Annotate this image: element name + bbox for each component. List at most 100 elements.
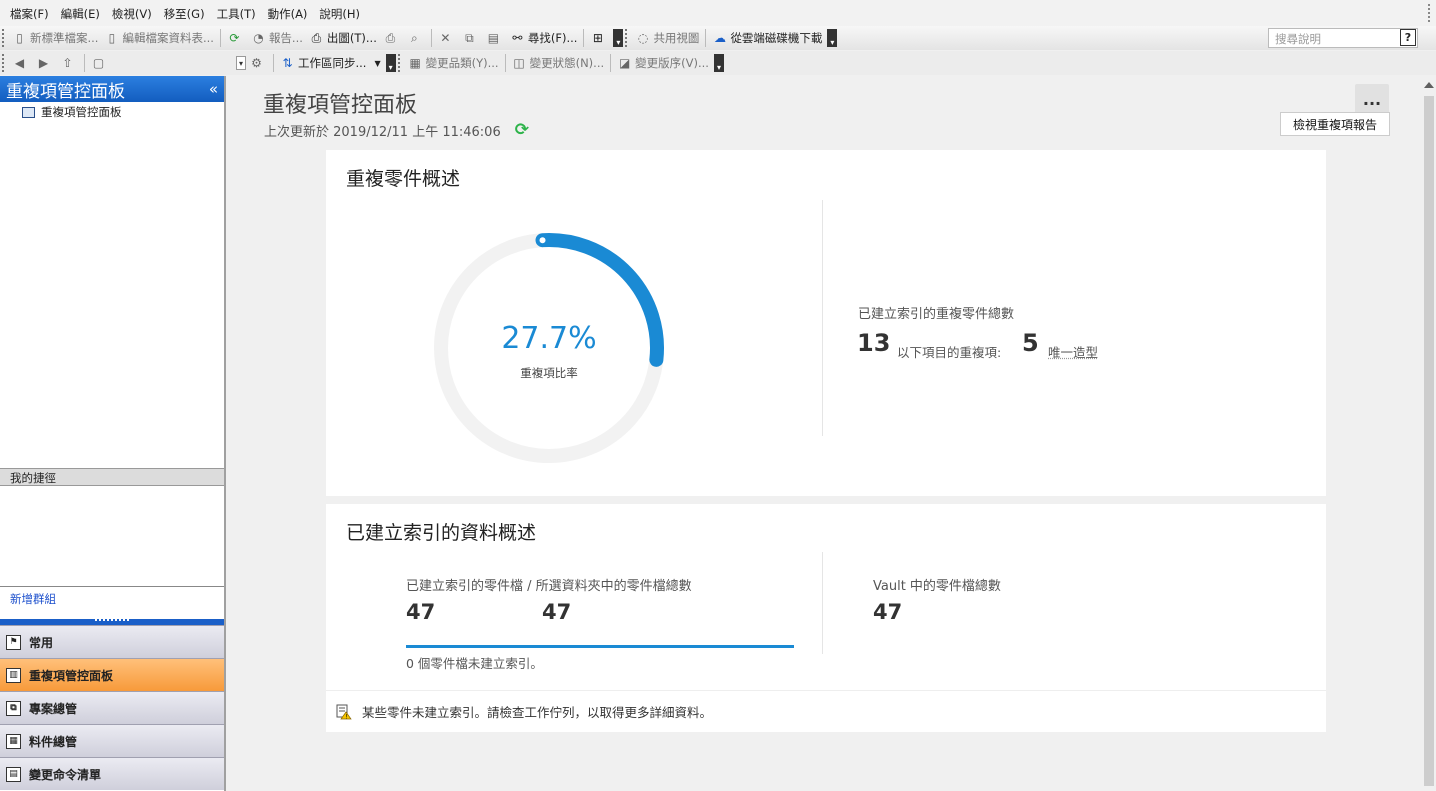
report-button[interactable]: ◔ 報告... [251, 30, 303, 46]
delete-button[interactable]: ✕ [438, 31, 456, 46]
copy-button[interactable]: ⧉ [462, 31, 480, 46]
vault-total-count: 47 [873, 600, 903, 624]
revision-icon: ◪ [618, 56, 631, 70]
paste-icon: ▤ [487, 31, 500, 45]
paste-button[interactable]: ▤ [486, 31, 504, 46]
shared-view-button[interactable]: ◌ 共用視圖 [635, 30, 700, 46]
new-standard-file-button[interactable]: ▯ 新標準檔案... [12, 30, 98, 46]
nav-change-order-list[interactable]: ▤ 變更命令清單 [0, 757, 224, 790]
scroll-up-arrow[interactable] [1424, 82, 1434, 88]
nav-duplicate-dashboard-label: 重複項管控面板 [29, 668, 114, 683]
forward-button[interactable]: ▶ [36, 56, 54, 71]
scroll-thumb[interactable] [1424, 96, 1434, 786]
category-icon: ▦ [409, 56, 421, 70]
main-content: 重複項管控面板 上次更新於 2019/12/11 上午 11:46:06 ⟳ .… [228, 76, 1422, 791]
separator [705, 29, 707, 47]
report-label: 報告... [268, 31, 303, 45]
toolbar-grip[interactable] [625, 29, 629, 47]
search-help-input[interactable]: 搜尋說明 [1268, 28, 1418, 48]
project-icon: ⧉ [6, 700, 21, 716]
indexed-data-overview-card: 已建立索引的資料概述 已建立索引的零件檔 / 所選資料夾中的零件檔總數 47 4… [326, 504, 1326, 732]
menu-view[interactable]: 檢視(V) [112, 6, 152, 22]
printer-icon: ⎙ [311, 30, 322, 45]
cart-icon: ⊞ [592, 31, 603, 45]
back-button[interactable]: ◀ [12, 56, 30, 71]
toolbar-grip[interactable] [2, 29, 6, 47]
separator [504, 54, 506, 72]
toolbar-overflow-dropdown[interactable]: ▾ [613, 29, 624, 47]
layout-icon: ▢ [92, 56, 105, 70]
print-icon-button[interactable]: ⎙ [383, 31, 401, 46]
change-state-button[interactable]: ◫ 變更狀態(N)... [512, 55, 604, 71]
help-icon[interactable]: ? [1400, 29, 1416, 46]
report-icon: ◔ [253, 31, 264, 45]
nav-change-order-list-label: 變更命令清單 [29, 767, 102, 782]
more-options-button[interactable]: ... [1355, 84, 1389, 114]
duplicate-ratio-label: 重複項比率 [520, 366, 578, 380]
new-file-icon: ▯ [16, 31, 23, 45]
toolbar-grip[interactable] [397, 54, 402, 72]
find-button[interactable]: ⚯ 尋找(F)... [510, 30, 577, 46]
menu-tools[interactable]: 工具(T) [217, 6, 256, 22]
menu-grip[interactable] [1428, 4, 1434, 22]
change-category-button[interactable]: ▦ 變更品類(Y)... [408, 55, 499, 71]
layout-button[interactable]: ▢ [91, 56, 109, 71]
add-group-link[interactable]: 新增群組 [10, 591, 56, 607]
card-footer-divider [326, 690, 1326, 691]
change-category-label: 變更品類(Y)... [425, 56, 499, 70]
nav-duplicate-dashboard[interactable]: ▥ 重複項管控面板 [0, 658, 224, 691]
indexed-files-label: 已建立索引的零件檔 / 所選資料夾中的零件檔總數 [406, 579, 692, 594]
up-folder-icon: ⇧ [62, 56, 73, 70]
delete-icon: ✕ [440, 31, 451, 45]
cloud-download-button[interactable]: ☁ 從雲端磁碟機下載 [712, 30, 823, 46]
nav-project-explorer[interactable]: ⧉ 專案總管 [0, 691, 224, 724]
menu-actions[interactable]: 動作(A) [268, 6, 308, 22]
toolbar-overflow-dropdown[interactable]: ▾ [713, 54, 724, 72]
state-icon: ◫ [513, 56, 525, 70]
menu-edit[interactable]: 編輯(E) [61, 6, 100, 22]
print-preview-button[interactable]: ⌕ [407, 31, 425, 46]
my-shortcuts-header: 我的捷徑 [0, 468, 224, 486]
duplicate-ratio-value: 27.7% [501, 321, 597, 356]
nav-project-explorer-label: 專案總管 [29, 701, 78, 716]
workspace-sync-icon: ⇅ [282, 56, 293, 70]
copy-icon: ⧉ [465, 30, 474, 45]
index-warning: ! 某些零件未建立索引。請檢查工作佇列，以取得更多詳細資料。 [336, 702, 712, 721]
sync-icon: ⚙ [251, 56, 262, 70]
sync-icon-button[interactable]: ⚙ [249, 56, 267, 71]
left-panel-title: 重複項管控面板 [6, 81, 125, 102]
indexed-duplicates-label: 已建立索引的重複零件總數 [858, 307, 1015, 322]
separator [219, 29, 221, 47]
menu-file[interactable]: 檔案(F) [10, 6, 49, 22]
toolbar-grip[interactable] [2, 54, 6, 72]
up-folder-button[interactable]: ⇧ [60, 56, 78, 71]
tree-item-duplicate-dashboard[interactable]: 重複項管控面板 [0, 102, 224, 122]
unique-shape-link[interactable]: 唯一造型 [1048, 342, 1098, 361]
nav-item-master-label: 料件總管 [29, 734, 78, 749]
print-button[interactable]: ⎙ 出圖(T)... [309, 30, 377, 46]
preview-icon: ⌕ [411, 30, 418, 45]
toolbar-overflow-dropdown[interactable]: ▾ [385, 54, 396, 72]
change-revision-button[interactable]: ◪ 變更版序(V)... [617, 55, 709, 71]
arrow-left-icon: ◀ [14, 56, 25, 70]
cloud-download-label: 從雲端磁碟機下載 [730, 31, 823, 45]
last-updated-text: 上次更新於 2019/12/11 上午 11:46:06 [264, 124, 501, 140]
cart-button[interactable]: ⊞ [590, 31, 608, 46]
nav-item-master[interactable]: ▦ 料件總管 [0, 724, 224, 757]
not-indexed-text: 0 個零件檔未建立索引。 [406, 656, 543, 671]
separator [610, 54, 612, 72]
divider [822, 552, 823, 654]
collapse-panel-icon[interactable]: « [209, 80, 218, 98]
view-duplicate-report-tooltip[interactable]: 檢視重複項報告 [1280, 112, 1390, 136]
menu-goto[interactable]: 移至(G) [164, 6, 205, 22]
toolbar-overflow-dropdown[interactable]: ▾ [827, 29, 838, 47]
menu-help[interactable]: 說明(H) [319, 6, 360, 22]
nav-home[interactable]: ⚑ 常用 [0, 625, 224, 658]
history-dropdown[interactable]: ▾ [236, 56, 246, 70]
nav-home-label: 常用 [29, 635, 54, 650]
edit-properties-button[interactable]: ▯ 編輯檔案資料表... [104, 30, 214, 46]
workspace-sync-button[interactable]: ⇅ 工作區同步... ▼ [280, 55, 380, 71]
refresh-icon[interactable]: ⟳ [515, 120, 529, 140]
refresh-button[interactable]: ⟳ [227, 31, 245, 46]
vertical-scrollbar[interactable] [1422, 76, 1436, 791]
